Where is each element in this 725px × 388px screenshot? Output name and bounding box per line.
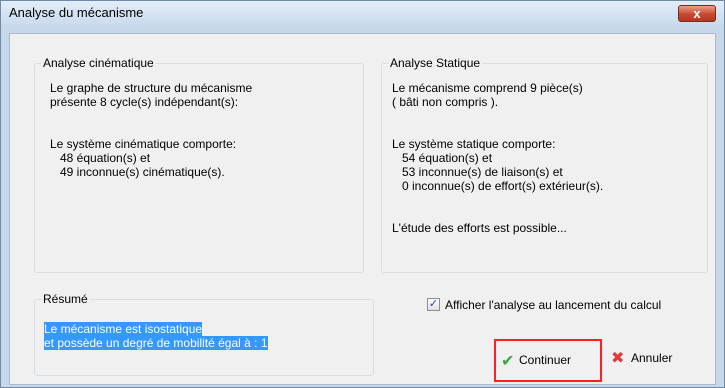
group-label: Analyse Statique [388,56,483,70]
static-text: 0 inconnue(s) de effort(s) extérieur(s). [402,179,604,193]
show-analysis-checkbox[interactable]: ✓ [427,298,440,311]
group-label: Résumé [41,292,90,306]
kinematic-text: Le graphe de structure du mécanisme [50,81,253,95]
static-text: Le système statique comporte: [392,137,556,151]
kinematic-analysis-group: Analyse cinématique Le graphe de structu… [34,56,364,273]
title-bar[interactable]: Analyse du mécanisme x [1,1,724,25]
static-text: 54 équation(s) et [402,151,493,165]
static-text: ( bâti non compris ). [392,95,499,109]
cancel-label: Annuler [631,351,673,365]
kinematic-text: 48 équation(s) et [60,151,151,165]
dialog-content: Analyse cinématique Le graphe de structu… [9,33,716,385]
summary-line: Le mécanisme est isostatique [44,322,203,336]
show-analysis-label[interactable]: Afficher l'analyse au lancement du calcu… [445,298,661,312]
continue-label: Continuer [519,353,572,367]
static-analysis-group: Analyse Statique Le mécanisme comprend 9… [381,56,708,273]
summary-text[interactable]: Le mécanisme est isostatique et possède … [44,322,274,362]
cross-icon: ✖ [611,350,625,367]
window-title: Analyse du mécanisme [9,5,144,20]
static-text: Le mécanisme comprend 9 pièce(s) [392,81,583,95]
static-text: L'étude des efforts est possible... [392,221,567,235]
group-label: Analyse cinématique [41,56,156,70]
checkmark-icon: ✔ [501,353,515,370]
kinematic-text: Le système cinématique comporte: [50,137,237,151]
summary-line: et possède un degré de mobilité égal à :… [44,336,268,350]
close-button[interactable]: x [678,5,716,22]
kinematic-text: 49 inconnue(s) cinématique(s). [60,165,225,179]
summary-group: Résumé Le mécanisme est isostatique et p… [34,292,374,376]
static-text: 53 inconnue(s) de liaison(s) et [402,165,563,179]
kinematic-text: présente 8 cycle(s) indépendant(s): [50,95,239,109]
continue-button[interactable]: ✔ Continuer [494,339,602,382]
dialog-window: Analyse du mécanisme x Analyse cinématiq… [0,0,725,388]
cancel-button[interactable]: ✖ Annuler [611,350,672,367]
